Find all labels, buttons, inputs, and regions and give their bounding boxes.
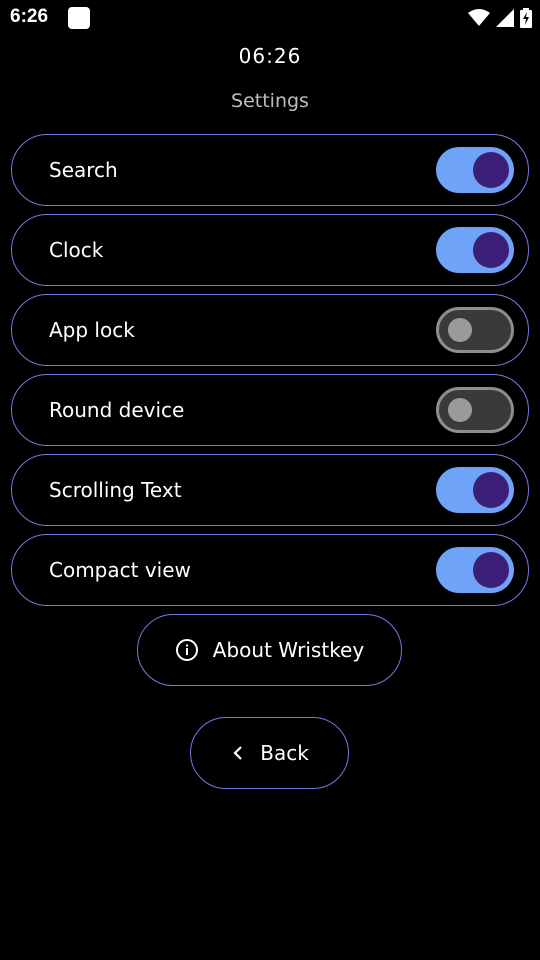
wifi-icon [468, 9, 490, 26]
setting-label: Round device [49, 398, 185, 422]
setting-label: Compact view [49, 558, 191, 582]
setting-label: Clock [49, 238, 104, 262]
toggle-knob [473, 232, 509, 268]
toggle-knob [448, 398, 472, 422]
setting-label: Scrolling Text [49, 478, 182, 502]
notification-app-icon [68, 7, 90, 29]
settings-list: Search Clock App lock Round device Scrol… [11, 134, 529, 614]
status-time: 6:26 [10, 6, 49, 27]
toggle-knob [473, 552, 509, 588]
compact-view-toggle[interactable] [436, 547, 514, 593]
setting-row-scrolling-text[interactable]: Scrolling Text [11, 454, 529, 526]
setting-row-search[interactable]: Search [11, 134, 529, 206]
clock-time: 06:26 [238, 44, 302, 68]
page-title: Settings [231, 90, 309, 112]
setting-row-clock[interactable]: Clock [11, 214, 529, 286]
back-button-label: Back [260, 741, 309, 765]
scrolling-text-toggle[interactable] [436, 467, 514, 513]
info-icon [175, 639, 198, 661]
round-device-toggle[interactable] [436, 387, 514, 433]
signal-icon [496, 9, 514, 27]
app-lock-toggle[interactable] [436, 307, 514, 353]
battery-icon [520, 8, 532, 28]
setting-label: Search [49, 158, 118, 182]
toggle-knob [448, 318, 472, 342]
setting-row-app-lock[interactable]: App lock [11, 294, 529, 366]
status-bar: 6:26 [0, 0, 540, 36]
about-button-label: About Wristkey [212, 638, 365, 662]
chevron-left-icon [233, 746, 242, 760]
setting-row-round-device[interactable]: Round device [11, 374, 529, 446]
clock-toggle[interactable] [436, 227, 514, 273]
setting-row-compact-view[interactable]: Compact view [11, 534, 529, 606]
back-button[interactable]: Back [190, 717, 349, 789]
setting-label: App lock [49, 318, 135, 342]
toggle-knob [473, 472, 509, 508]
search-toggle[interactable] [436, 147, 514, 193]
toggle-knob [473, 152, 509, 188]
about-button[interactable]: About Wristkey [137, 614, 402, 686]
